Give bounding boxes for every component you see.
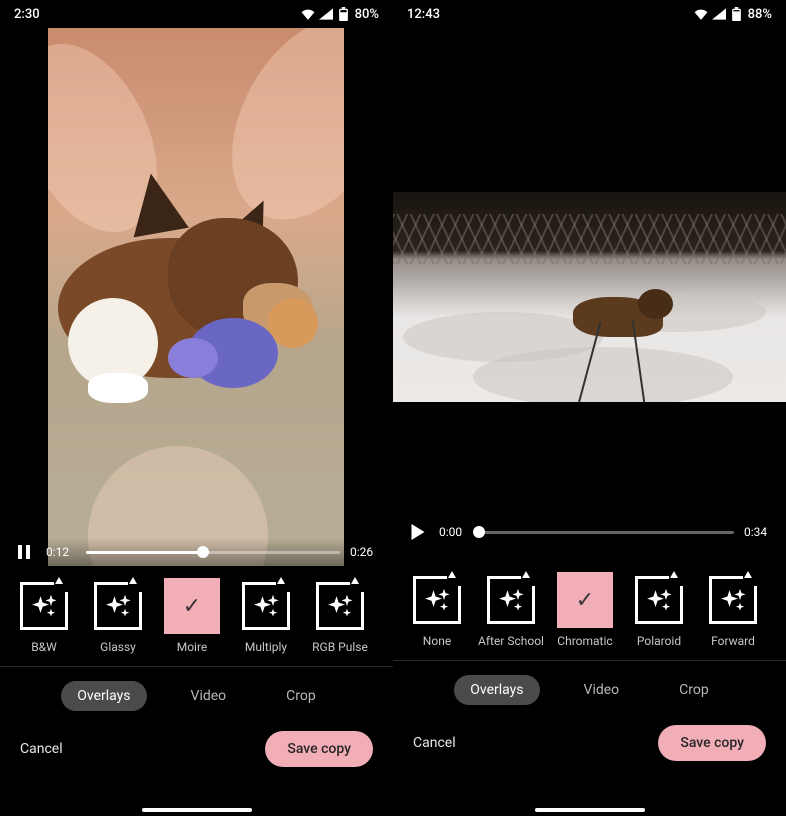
- effect-thumb-selected: ✓: [164, 578, 220, 634]
- check-icon: ✓: [576, 588, 594, 613]
- tab-video[interactable]: Video: [568, 675, 636, 705]
- category-tabs: Overlays Video Crop: [393, 661, 786, 719]
- effect-thumb: [483, 572, 539, 628]
- effect-thumb: [705, 572, 761, 628]
- progress-slider[interactable]: [86, 551, 340, 554]
- effect-glassy[interactable]: Glassy: [84, 578, 152, 654]
- effect-thumb: [90, 578, 146, 634]
- cancel-button[interactable]: Cancel: [20, 741, 63, 757]
- status-right: 80%: [301, 7, 379, 22]
- effect-thumb: [409, 572, 465, 628]
- video-preview-area: 0:12 0:26: [0, 28, 393, 566]
- video-preview-area: [393, 28, 786, 566]
- effect-label: Polaroid: [625, 634, 693, 648]
- video-frame-image: [48, 28, 344, 566]
- effect-label: Glassy: [84, 640, 152, 654]
- effect-thumb: [238, 578, 294, 634]
- effect-label: Chromatic: [551, 634, 619, 648]
- check-icon: ✓: [183, 594, 201, 619]
- sparkle-icon: [413, 576, 461, 624]
- effect-thumb: [16, 578, 72, 634]
- sparkle-icon: [635, 576, 683, 624]
- effects-carousel[interactable]: B&W Glassy ✓ Moire Multiply RGB Pulse: [0, 566, 393, 658]
- pause-icon[interactable]: [12, 544, 36, 560]
- signal-icon: [712, 7, 726, 21]
- effect-polaroid[interactable]: Polaroid: [625, 572, 693, 648]
- status-right: 88%: [694, 7, 772, 22]
- save-copy-button[interactable]: Save copy: [658, 725, 766, 761]
- video-controls: 0:00 0:34: [393, 518, 786, 546]
- signal-icon: [319, 7, 333, 21]
- effect-none[interactable]: None: [403, 572, 471, 648]
- video-controls: 0:12 0:26: [48, 538, 344, 566]
- effect-after-school[interactable]: After School: [477, 572, 545, 648]
- battery-icon: [337, 7, 351, 21]
- effect-b-w[interactable]: B&W: [10, 578, 78, 654]
- sparkle-icon: [20, 582, 68, 630]
- nav-handle[interactable]: [535, 808, 645, 812]
- bottom-actions: Cancel Save copy: [0, 725, 393, 785]
- duration: 0:34: [744, 525, 774, 539]
- current-time: 0:00: [439, 525, 469, 539]
- bottom-actions: Cancel Save copy: [393, 719, 786, 779]
- effect-moire[interactable]: ✓ Moire: [158, 578, 226, 654]
- wifi-icon: [694, 7, 708, 21]
- duration: 0:26: [350, 545, 380, 559]
- effect-label: Multiply: [232, 640, 300, 654]
- effects-carousel[interactable]: None After School ✓ Chromatic Polaroid Forwar…: [393, 560, 786, 652]
- sparkle-icon: [487, 576, 535, 624]
- wifi-icon: [301, 7, 315, 21]
- effect-label: Moire: [158, 640, 226, 654]
- tab-crop[interactable]: Crop: [270, 681, 332, 711]
- current-time: 0:12: [46, 545, 76, 559]
- video-preview[interactable]: 0:12 0:26: [48, 28, 344, 566]
- video-preview[interactable]: [393, 192, 786, 402]
- effect-label: After School: [477, 634, 545, 648]
- nav-handle[interactable]: [142, 808, 252, 812]
- video-frame-image: [393, 192, 786, 402]
- effect-thumb: [631, 572, 687, 628]
- status-time: 12:43: [407, 7, 440, 22]
- battery-pct: 88%: [748, 7, 772, 22]
- status-time: 2:30: [14, 7, 40, 22]
- effect-rgb-pulse[interactable]: RGB Pulse: [306, 578, 374, 654]
- effect-forward[interactable]: Forward: [699, 572, 767, 648]
- play-icon[interactable]: [405, 524, 429, 540]
- cancel-button[interactable]: Cancel: [413, 735, 456, 751]
- save-copy-button[interactable]: Save copy: [265, 731, 373, 767]
- tab-overlays[interactable]: Overlays: [61, 681, 146, 711]
- effect-chromatic[interactable]: ✓ Chromatic: [551, 572, 619, 648]
- effect-label: Forward: [699, 634, 767, 648]
- phone-left: 2:30 80%: [0, 0, 393, 816]
- tab-overlays[interactable]: Overlays: [454, 675, 539, 705]
- status-bar: 12:43 88%: [393, 0, 786, 28]
- tab-crop[interactable]: Crop: [663, 675, 725, 705]
- category-tabs: Overlays Video Crop: [0, 667, 393, 725]
- tab-video[interactable]: Video: [175, 681, 243, 711]
- status-bar: 2:30 80%: [0, 0, 393, 28]
- progress-thumb[interactable]: [197, 546, 209, 558]
- effect-label: RGB Pulse: [306, 640, 374, 654]
- progress-thumb[interactable]: [473, 526, 485, 538]
- effect-label: None: [403, 634, 471, 648]
- effect-thumb-selected: ✓: [557, 572, 613, 628]
- effect-thumb: [312, 578, 368, 634]
- battery-pct: 80%: [355, 7, 379, 22]
- sparkle-icon: [709, 576, 757, 624]
- sparkle-icon: [94, 582, 142, 630]
- phone-right: 12:43 88% 0:00: [393, 0, 786, 816]
- effect-label: B&W: [10, 640, 78, 654]
- progress-fill: [86, 551, 203, 554]
- effect-multiply[interactable]: Multiply: [232, 578, 300, 654]
- sparkle-icon: [316, 582, 364, 630]
- progress-slider[interactable]: [479, 531, 734, 534]
- sparkle-icon: [242, 582, 290, 630]
- battery-icon: [730, 7, 744, 21]
